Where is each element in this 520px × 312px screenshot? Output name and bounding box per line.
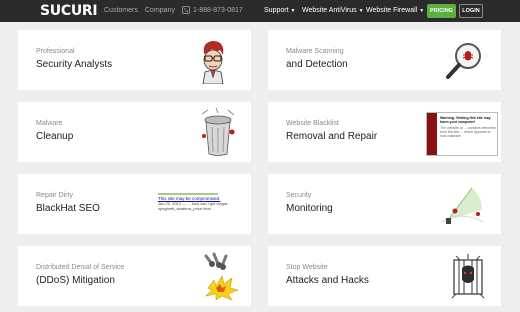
nav-support-menu[interactable]: Support ▼ xyxy=(264,7,295,14)
phone-icon xyxy=(182,6,190,14)
login-button[interactable]: LOGIN xyxy=(459,4,483,18)
nav-company[interactable]: Company xyxy=(145,7,175,14)
card-subtitle: Malware Scanning xyxy=(286,48,344,55)
nav-antivirus-label: Website AntiVirus xyxy=(302,7,357,14)
radar-icon xyxy=(441,187,485,224)
card-subtitle: Distributed Denial of Service xyxy=(36,264,125,271)
nav-firewall-label: Website Firewall xyxy=(366,7,418,14)
card-title: BlackHat SEO xyxy=(36,203,100,214)
top-navbar: SUCURI Customers Company 1-888-873-0817 … xyxy=(0,0,520,22)
blacklist-body: The website at ... contains elements fro… xyxy=(440,126,496,138)
chevron-down-icon: ▼ xyxy=(419,8,425,14)
card-title: and Detection xyxy=(286,59,348,70)
service-card-blacklist-removal[interactable]: Website Blacklist Removal and Repair War… xyxy=(268,102,501,162)
card-subtitle: Malware xyxy=(36,120,63,127)
card-subtitle: Stop Website xyxy=(286,264,328,271)
seo-line-2: spaghetti_strattera_price.html xyxy=(158,206,211,211)
pricing-button[interactable]: PRICING xyxy=(427,4,456,18)
sucuri-logo[interactable]: SUCURI xyxy=(40,3,98,19)
service-card-security-monitoring[interactable]: Security Monitoring xyxy=(268,174,501,234)
seo-url-bar xyxy=(158,193,218,195)
explosion-icon xyxy=(204,252,239,301)
card-subtitle: Website Blacklist xyxy=(286,120,339,127)
service-card-ddos-mitigation[interactable]: Distributed Denial of Service (DDoS) Mit… xyxy=(18,246,251,306)
analyst-icon xyxy=(202,41,224,84)
card-title: Removal and Repair xyxy=(286,131,378,142)
service-card-blackhat-seo[interactable]: Repair Dirty BlackHat SEO This site may … xyxy=(18,174,251,234)
nav-antivirus-menu[interactable]: Website AntiVirus ▼ xyxy=(302,7,364,14)
card-title: Security Analysts xyxy=(36,59,113,70)
nav-customers[interactable]: Customers xyxy=(104,7,138,14)
magnifier-icon xyxy=(446,43,481,79)
card-title: Cleanup xyxy=(36,131,74,142)
card-title: (DDoS) Mitigation xyxy=(36,275,115,286)
blacklist-sidebar xyxy=(427,113,437,155)
card-subtitle: Professional xyxy=(36,48,75,55)
service-card-malware-cleanup[interactable]: Malware Cleanup xyxy=(18,102,251,162)
nav-support-label: Support xyxy=(264,7,289,14)
card-subtitle: Repair Dirty xyxy=(36,192,73,199)
seo-snippet-icon: This site may be compromised. Jun 20, 20… xyxy=(158,196,248,211)
card-title: Attacks and Hacks xyxy=(286,275,369,286)
blacklist-heading: Warning: Visiting this site may harm you… xyxy=(440,116,491,124)
phone-number[interactable]: 1-888-873-0817 xyxy=(193,7,243,14)
trash-can-icon xyxy=(201,108,235,156)
cage-icon xyxy=(451,254,485,299)
service-card-malware-scanning[interactable]: Malware Scanning and Detection xyxy=(268,30,501,90)
chevron-down-icon: ▼ xyxy=(290,8,296,14)
service-card-stop-attacks[interactable]: Stop Website Attacks and Hacks xyxy=(268,246,501,306)
card-title: Monitoring xyxy=(286,203,333,214)
blacklist-screenshot-icon: Warning: Visiting this site may harm you… xyxy=(426,112,498,156)
chevron-down-icon: ▼ xyxy=(358,8,364,14)
nav-firewall-menu[interactable]: Website Firewall ▼ xyxy=(366,7,424,14)
card-subtitle: Security xyxy=(286,192,312,199)
service-card-security-analysts[interactable]: Professional Security Analysts xyxy=(18,30,251,90)
